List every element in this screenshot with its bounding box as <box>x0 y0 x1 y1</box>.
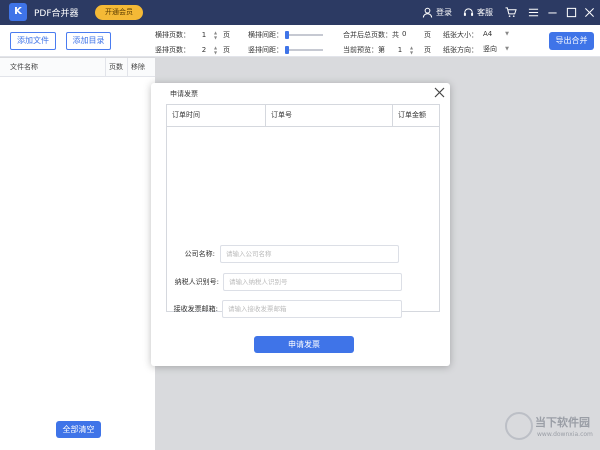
column-divider <box>265 105 266 126</box>
watermark-url: www.downxia.com <box>537 431 593 438</box>
v-pages-stepper-arrows[interactable]: ▲ ▼ <box>213 45 218 55</box>
watermark-logo <box>505 412 533 440</box>
dialog-title: 申请发票 <box>170 90 198 98</box>
v-gap-slider[interactable] <box>285 45 323 55</box>
column-order-time: 订单时间 <box>172 111 200 119</box>
paper-size-select[interactable]: A4 ▼ <box>481 29 509 40</box>
app-logo: K <box>9 3 27 21</box>
h-pages-label: 横排页数： <box>155 31 190 39</box>
preview-stepper-arrows[interactable]: ▲ ▼ <box>409 45 414 55</box>
h-gap-label: 横排间距： <box>248 31 283 39</box>
add-file-button[interactable]: 添加文件 <box>10 32 56 50</box>
login-label: 登录 <box>436 8 452 17</box>
add-directory-button[interactable]: 添加目录 <box>66 32 111 50</box>
total-pages-value: 0 <box>402 30 407 38</box>
clear-all-button[interactable]: 全部清空 <box>56 421 101 438</box>
export-merge-button[interactable]: 导出合并 <box>549 32 594 50</box>
service-label: 客服 <box>477 8 493 17</box>
apply-invoice-button[interactable]: 申请发票 <box>254 336 354 353</box>
cart-button[interactable] <box>505 5 517 20</box>
table-header-border <box>167 126 439 127</box>
preview-unit: 页 <box>424 46 431 54</box>
invoice-email-label: 接收发票邮箱: <box>173 305 218 313</box>
column-order-amount: 订单金额 <box>398 111 426 119</box>
chevron-down-icon: ▼ <box>505 46 509 52</box>
minimize-icon <box>547 7 558 18</box>
h-pages-stepper-arrows[interactable]: ▲ ▼ <box>213 30 218 40</box>
preview-label: 当前预览：第 <box>343 46 385 54</box>
column-divider <box>392 105 393 126</box>
close-icon <box>584 7 595 18</box>
total-pages-unit: 页 <box>424 31 431 39</box>
menu-icon <box>528 7 539 18</box>
headset-icon <box>463 7 474 18</box>
service-button[interactable]: 客服 <box>463 5 493 20</box>
paper-size-label: 纸张大小： <box>443 31 478 39</box>
paper-size-value: A4 <box>483 30 493 38</box>
column-order-number: 订单号 <box>271 111 292 119</box>
user-icon <box>422 7 433 18</box>
site-watermark: 当下软件园 www.downxia.com <box>505 408 598 448</box>
h-gap-slider[interactable] <box>285 30 323 40</box>
file-list-header: 文件名称 页数 移除 <box>0 58 155 77</box>
paper-direction-value: 竖向 <box>483 45 497 53</box>
paper-direction-select[interactable]: 竖向 ▼ <box>481 44 509 55</box>
total-pages-label: 合并后总页数：共 <box>343 31 399 39</box>
v-gap-label: 竖排间距： <box>248 46 283 54</box>
column-file-name: 文件名称 <box>10 63 38 71</box>
invoice-dialog: 申请发票 订单时间 订单号 订单金额 公司名称: 纳税人识别号: 接收发票邮箱:… <box>151 83 450 366</box>
slider-track <box>285 34 323 36</box>
maximize-button[interactable] <box>566 5 577 20</box>
toolbar: 添加文件 添加目录 横排页数： 1 ▲ ▼ 页 竖排页数： 2 ▲ ▼ 页 横排间距… <box>0 25 600 57</box>
chevron-down-icon: ▼ <box>505 31 509 37</box>
column-remove: 移除 <box>131 63 145 71</box>
dialog-close-button[interactable] <box>433 86 446 99</box>
h-pages-unit: 页 <box>223 31 230 39</box>
title-bar: K PDF合并器 开通会员 登录 客服 <box>0 0 600 25</box>
invoice-email-input[interactable] <box>222 300 402 318</box>
open-vip-button[interactable]: 开通会员 <box>95 5 143 20</box>
cart-icon <box>505 7 517 18</box>
v-pages-label: 竖排页数： <box>155 46 190 54</box>
close-icon <box>434 87 445 98</box>
watermark-title: 当下软件园 <box>535 416 590 429</box>
column-divider <box>127 58 128 77</box>
company-name-input[interactable] <box>220 245 399 263</box>
app-title: PDF合并器 <box>34 9 79 19</box>
column-divider <box>105 58 106 77</box>
close-window-button[interactable] <box>584 5 595 20</box>
menu-button[interactable] <box>528 5 539 20</box>
company-name-label: 公司名称: <box>184 250 215 258</box>
login-button[interactable]: 登录 <box>422 5 452 20</box>
slider-track <box>285 49 323 51</box>
file-list-panel: 文件名称 页数 移除 全部清空 <box>0 58 155 450</box>
v-pages-unit: 页 <box>223 46 230 54</box>
slider-knob[interactable] <box>285 31 289 39</box>
paper-direction-label: 纸张方向： <box>443 46 478 54</box>
slider-knob[interactable] <box>285 46 289 54</box>
maximize-icon <box>566 7 577 18</box>
minimize-button[interactable] <box>547 5 558 20</box>
column-pages: 页数 <box>109 63 123 71</box>
taxpayer-id-input[interactable] <box>223 273 402 291</box>
taxpayer-id-label: 纳税人识别号: <box>174 278 219 286</box>
